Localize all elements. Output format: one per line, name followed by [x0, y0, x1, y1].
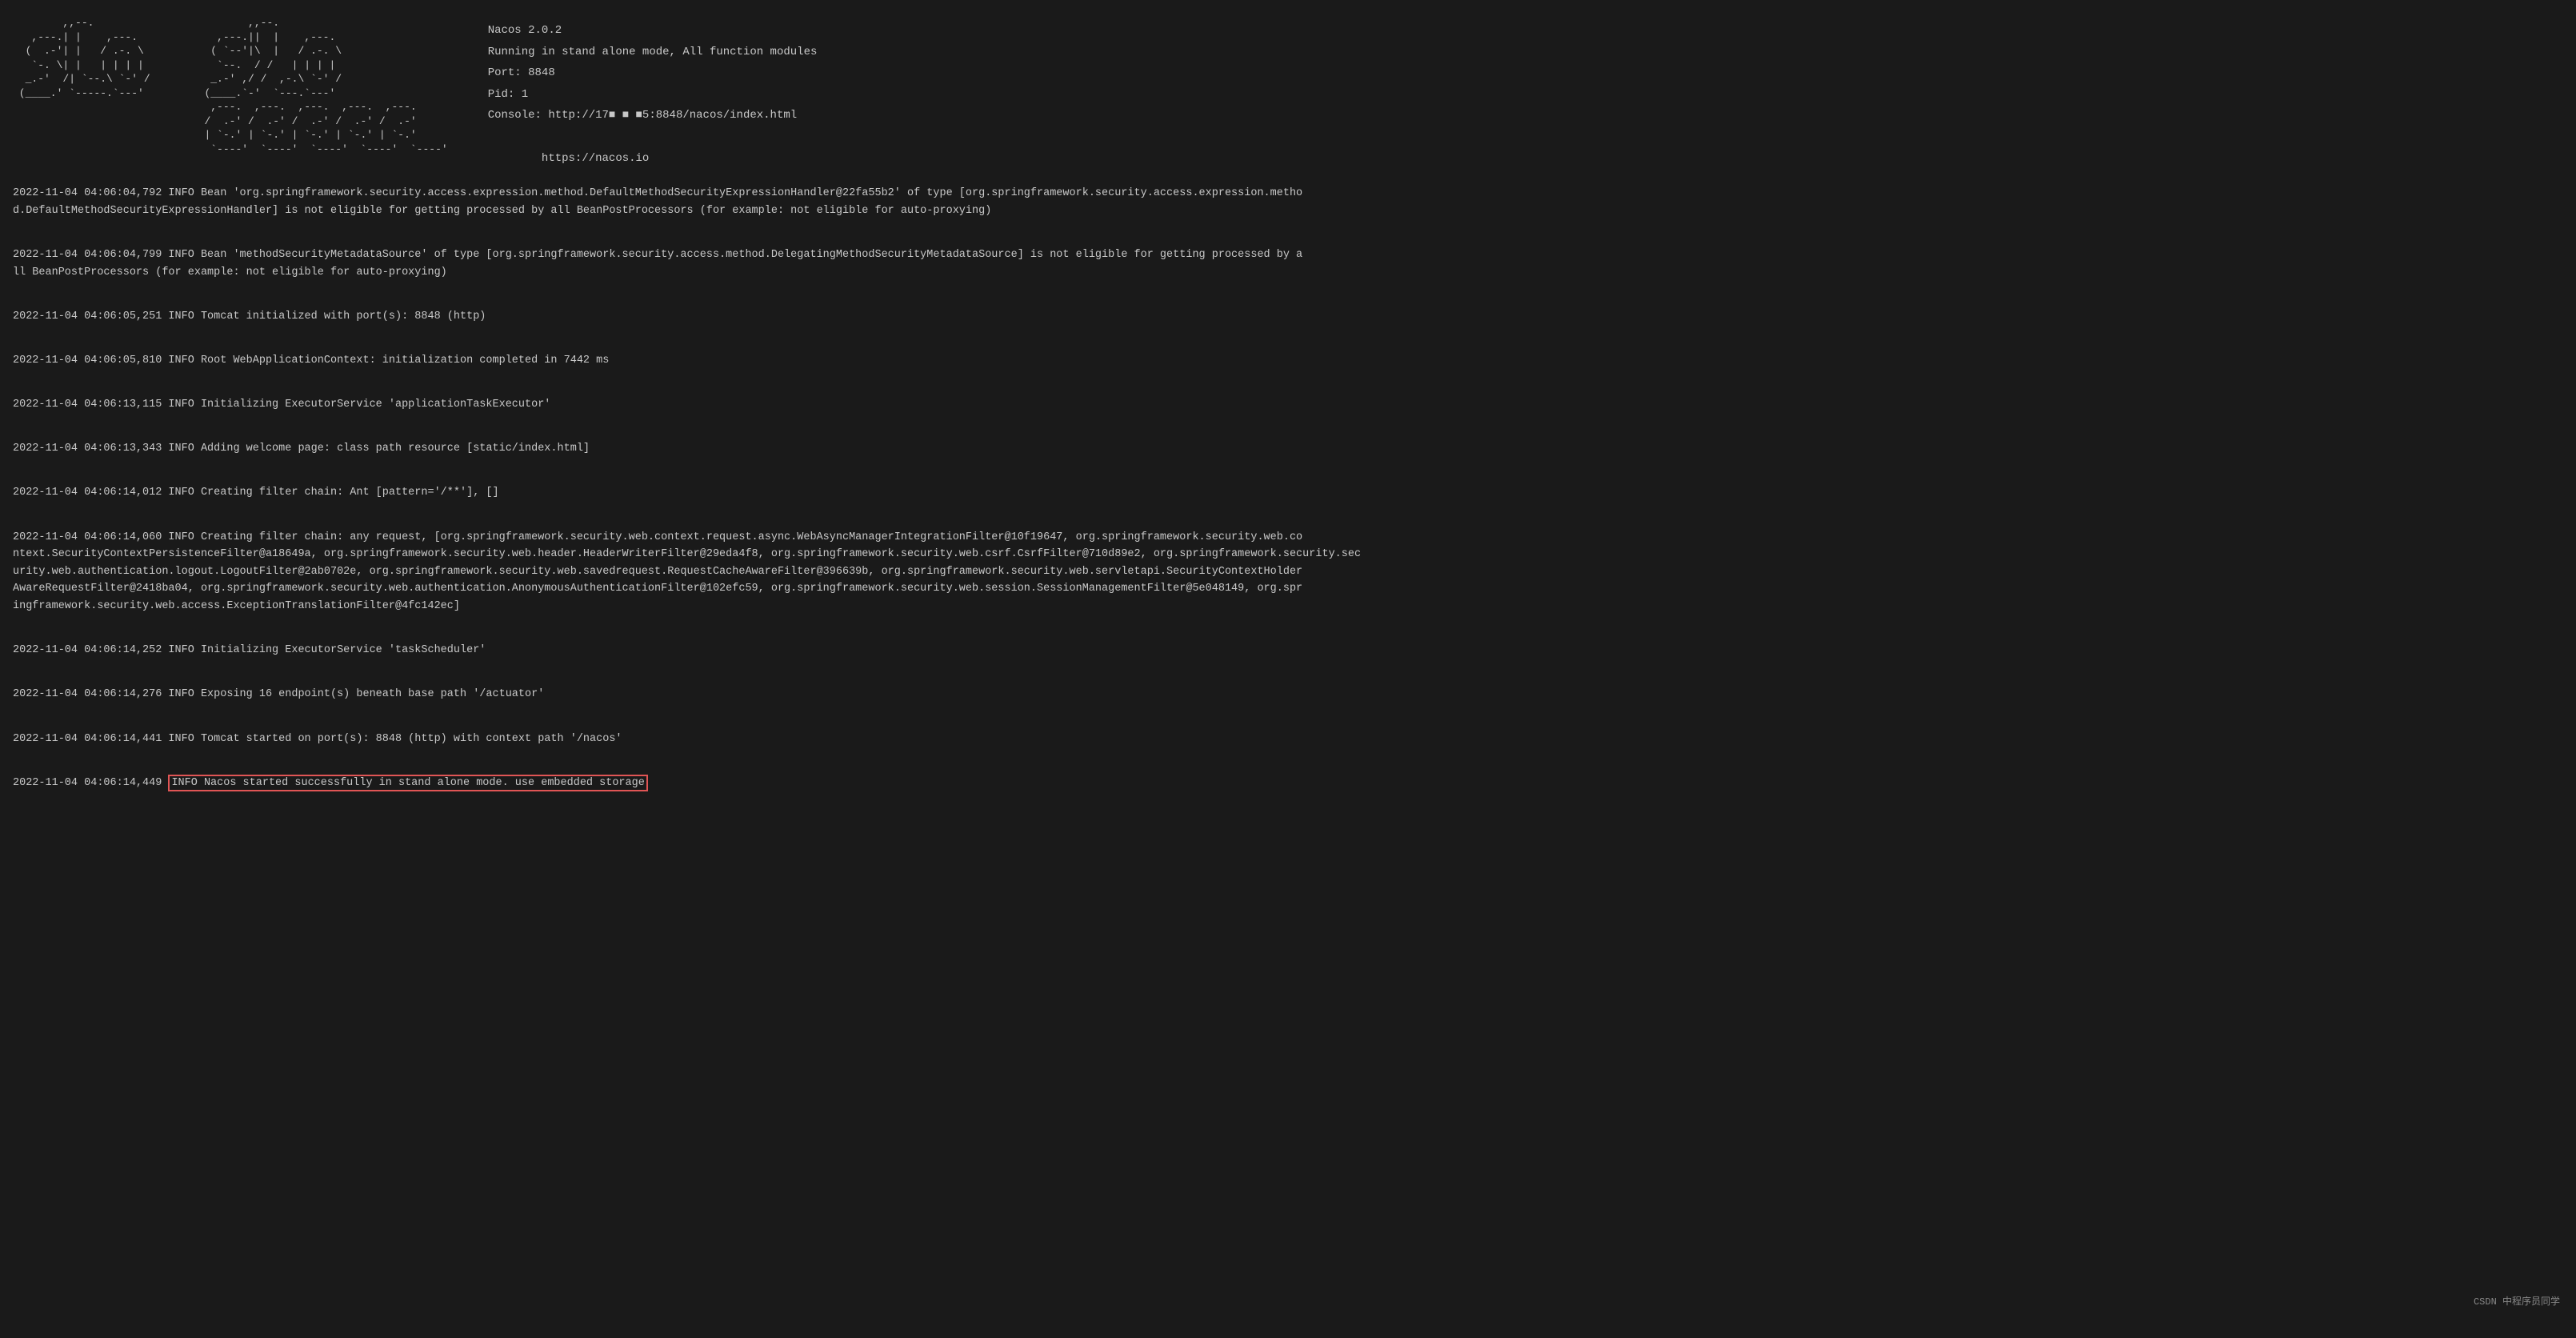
ascii-art-section: ,,--. ,---.| | ,---. ( .-'| | / .-. \ `-…	[13, 8, 2563, 169]
log-timestamp-last: 2022-11-04 04:06:14,449	[13, 777, 168, 789]
log-message-last-boxed: INFO Nacos started successfully in stand…	[168, 775, 647, 791]
watermark: CSDN 中程序员同学	[2474, 1295, 2560, 1309]
terminal-container: ,,--. ,---.| | ,---. ( .-'| | / .-. \ `-…	[13, 8, 2563, 1330]
nacos-ascii-full: ,,--. ,---.|| | ,---. ( `--'|\ | / .-. \…	[198, 16, 448, 156]
logo-and-info: ,,--. ,---.|| | ,---. ( `--'|\ | / .-. \…	[198, 16, 818, 169]
log-entry-8: 2022-11-04 04:06:14,060 INFO Creating fi…	[13, 529, 2563, 615]
startup-info-block: Nacos 2.0.2 Running in stand alone mode,…	[488, 16, 818, 169]
nacos-big-logo: ,,--. ,---.| | ,---. ( .-'| | / .-. \ `-…	[13, 16, 150, 100]
log-entry-4: 2022-11-04 04:06:05,810 INFO Root WebApp…	[13, 352, 2563, 370]
log-output: 2022-11-04 04:06:04,792 INFO Bean 'org.s…	[13, 185, 2563, 791]
log-entry-6: 2022-11-04 04:06:13,343 INFO Adding welc…	[13, 440, 2563, 458]
log-entry-1: 2022-11-04 04:06:04,792 INFO Bean 'org.s…	[13, 185, 2563, 219]
log-entry-9: 2022-11-04 04:06:14,252 INFO Initializin…	[13, 642, 2563, 659]
log-entry-last: 2022-11-04 04:06:14,449 INFO Nacos start…	[13, 775, 2563, 792]
log-entry-11: 2022-11-04 04:06:14,441 INFO Tomcat star…	[13, 731, 2563, 748]
log-entry-3: 2022-11-04 04:06:05,251 INFO Tomcat init…	[13, 308, 2563, 326]
log-entry-7: 2022-11-04 04:06:14,012 INFO Creating fi…	[13, 484, 2563, 502]
log-entry-10: 2022-11-04 04:06:14,276 INFO Exposing 16…	[13, 686, 2563, 703]
log-entry-5: 2022-11-04 04:06:13,115 INFO Initializin…	[13, 396, 2563, 414]
log-entry-2: 2022-11-04 04:06:04,799 INFO Bean 'metho…	[13, 246, 2563, 281]
